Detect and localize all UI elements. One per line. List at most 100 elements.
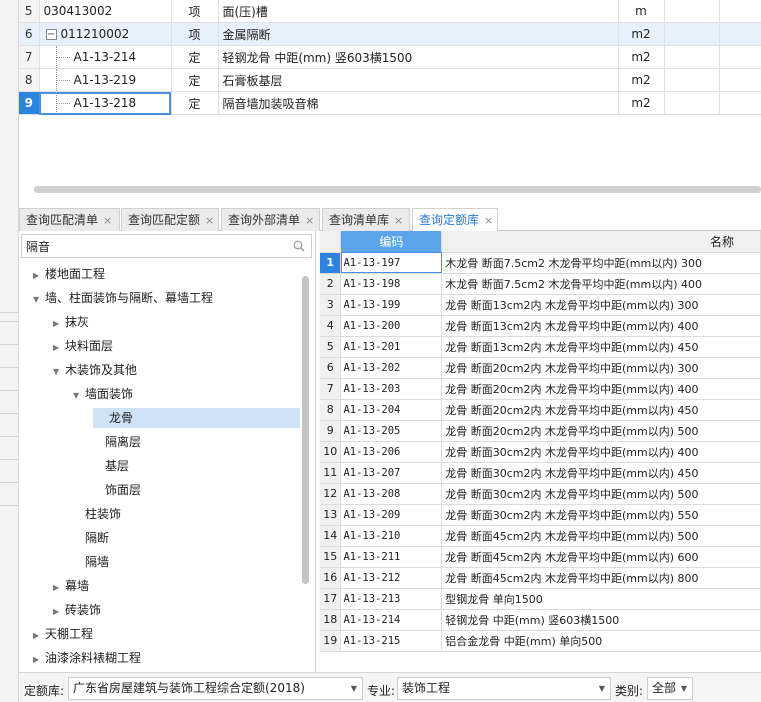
quota-row[interactable]: 7 A1-13-203 龙骨 断面20cm2内 木龙骨平均中距(mm以内) 400 <box>320 378 761 400</box>
chevron-right-icon[interactable]: ▶ <box>53 602 63 622</box>
quota-code[interactable]: A1-13-205 <box>340 420 443 442</box>
tab-quota-library[interactable]: 查询定额库 × <box>412 208 498 232</box>
quota-code[interactable]: A1-13-213 <box>340 588 443 610</box>
search-icon[interactable] <box>293 240 305 252</box>
quota-code[interactable]: A1-13-211 <box>340 546 443 568</box>
quota-row[interactable]: 5 A1-13-201 龙骨 断面13cm2内 木龙骨平均中距(mm以内) 450 <box>320 336 761 358</box>
row-number[interactable]: 15 <box>320 546 342 568</box>
quota-code[interactable]: A1-13-207 <box>340 462 443 484</box>
unit-cell[interactable]: m2 <box>618 68 665 92</box>
code-cell[interactable]: 030413002 <box>39 0 172 23</box>
quota-row[interactable]: 8 A1-13-204 龙骨 断面20cm2内 木龙骨平均中距(mm以内) 450 <box>320 399 761 421</box>
quota-code[interactable]: A1-13-198 <box>340 273 443 295</box>
quota-library-select[interactable]: 广东省房屋建筑与装饰工程综合定额(2018) ▼ <box>68 677 363 700</box>
quota-name[interactable]: 木龙骨 断面7.5cm2 木龙骨平均中距(mm以内) 300 <box>441 252 761 274</box>
row-number[interactable]: 9 <box>320 420 342 442</box>
close-icon[interactable]: × <box>484 214 493 227</box>
quota-name[interactable]: 龙骨 断面45cm2内 木龙骨平均中距(mm以内) 600 <box>441 546 761 568</box>
chevron-right-icon[interactable]: ▶ <box>33 626 43 646</box>
quota-name[interactable]: 龙骨 断面45cm2内 木龙骨平均中距(mm以内) 800 <box>441 567 761 589</box>
extra-cell[interactable] <box>719 45 761 69</box>
tree-node[interactable]: 基层 <box>93 456 129 476</box>
chevron-down-icon[interactable]: ▼ <box>33 290 43 310</box>
quota-row[interactable]: 17 A1-13-213 型钢龙骨 单向1500 <box>320 588 761 610</box>
quota-code[interactable]: A1-13-208 <box>340 483 443 505</box>
tree-node[interactable]: 隔离层 <box>93 432 141 452</box>
quota-row[interactable]: 9 A1-13-205 龙骨 断面20cm2内 木龙骨平均中距(mm以内) 500 <box>320 420 761 442</box>
quota-row[interactable]: 3 A1-13-199 龙骨 断面13cm2内 木龙骨平均中距(mm以内) 300 <box>320 294 761 316</box>
name-cell[interactable]: 石膏板基层 <box>218 68 619 92</box>
row-number[interactable]: 2 <box>320 273 342 295</box>
quota-name[interactable]: 龙骨 断面30cm2内 木龙骨平均中距(mm以内) 550 <box>441 504 761 526</box>
chevron-right-icon[interactable]: ▶ <box>53 338 63 358</box>
code-cell[interactable]: −011210002 <box>39 22 172 46</box>
extra-cell[interactable] <box>664 22 720 46</box>
major-select[interactable]: 装饰工程 ▼ <box>397 677 611 700</box>
quota-row[interactable]: 15 A1-13-211 龙骨 断面45cm2内 木龙骨平均中距(mm以内) 600 <box>320 546 761 568</box>
row-number[interactable]: 9 <box>19 91 40 115</box>
quota-row[interactable]: 16 A1-13-212 龙骨 断面45cm2内 木龙骨平均中距(mm以内) 800 <box>320 567 761 589</box>
quota-name[interactable]: 木龙骨 断面7.5cm2 木龙骨平均中距(mm以内) 400 <box>441 273 761 295</box>
row-number[interactable]: 16 <box>320 567 342 589</box>
quota-row[interactable]: 11 A1-13-207 龙骨 断面30cm2内 木龙骨平均中距(mm以内) 450 <box>320 462 761 484</box>
row-number[interactable]: 6 <box>19 22 40 46</box>
quota-code[interactable]: A1-13-201 <box>340 336 443 358</box>
quota-code[interactable]: A1-13-202 <box>340 357 443 379</box>
bill-row[interactable]: 8 A1-13-219 定石膏板基层 m2 <box>19 68 761 92</box>
name-cell[interactable]: 轻钢龙骨 中距(mm) 竖603横1500 <box>218 45 619 69</box>
quota-row[interactable]: 18 A1-13-214 轻钢龙骨 中距(mm) 竖603横1500 <box>320 609 761 631</box>
row-number[interactable]: 12 <box>320 483 342 505</box>
quota-row[interactable]: 10 A1-13-206 龙骨 断面30cm2内 木龙骨平均中距(mm以内) 400 <box>320 441 761 463</box>
tab-match-quota[interactable]: 查询匹配定额 × <box>121 208 219 231</box>
chevron-right-icon[interactable]: ▶ <box>53 578 63 598</box>
row-number[interactable]: 14 <box>320 525 342 547</box>
quota-name[interactable]: 龙骨 断面20cm2内 木龙骨平均中距(mm以内) 450 <box>441 399 761 421</box>
row-number[interactable]: 6 <box>320 357 342 379</box>
extra-cell[interactable] <box>719 22 761 46</box>
tree-node[interactable]: ▶ 抹灰 <box>53 312 89 332</box>
quota-name[interactable]: 龙骨 断面20cm2内 木龙骨平均中距(mm以内) 300 <box>441 357 761 379</box>
quota-name[interactable]: 轻钢龙骨 中距(mm) 竖603横1500 <box>441 609 761 631</box>
code-cell[interactable]: A1-13-214 <box>39 45 172 69</box>
chevron-down-icon[interactable]: ▼ <box>53 362 63 382</box>
tree-node[interactable]: 隔断 <box>73 528 109 548</box>
quota-code[interactable]: A1-13-197 <box>340 252 443 274</box>
quota-code[interactable]: A1-13-209 <box>340 504 443 526</box>
type-cell[interactable]: 项 <box>171 22 219 46</box>
tree-node[interactable]: ▼ 木装饰及其他 <box>53 360 137 380</box>
type-cell[interactable]: 项 <box>171 0 219 23</box>
tree-node[interactable]: ▼ 墙面装饰 <box>73 384 133 404</box>
quota-name[interactable]: 龙骨 断面20cm2内 木龙骨平均中距(mm以内) 400 <box>441 378 761 400</box>
name-cell[interactable]: 隔音墙加装吸音棉 <box>218 91 619 115</box>
type-cell[interactable]: 定 <box>171 68 219 92</box>
quota-row[interactable]: 1 A1-13-197 木龙骨 断面7.5cm2 木龙骨平均中距(mm以内) 300 <box>320 252 761 274</box>
row-number[interactable]: 17 <box>320 588 342 610</box>
row-number[interactable]: 8 <box>19 68 40 92</box>
category-select[interactable]: 全部 ▼ <box>647 677 693 700</box>
row-number[interactable]: 3 <box>320 294 342 316</box>
extra-cell[interactable] <box>664 91 720 115</box>
quota-name[interactable]: 铝合金龙骨 中距(mm) 单向500 <box>441 630 761 652</box>
quota-row[interactable]: 2 A1-13-198 木龙骨 断面7.5cm2 木龙骨平均中距(mm以内) 400 <box>320 273 761 295</box>
chevron-right-icon[interactable]: ▶ <box>33 266 43 286</box>
row-number[interactable]: 5 <box>320 336 342 358</box>
extra-cell[interactable] <box>719 0 761 23</box>
quota-code[interactable]: A1-13-215 <box>340 630 443 652</box>
type-cell[interactable]: 定 <box>171 45 219 69</box>
quota-row[interactable]: 14 A1-13-210 龙骨 断面45cm2内 木龙骨平均中距(mm以内) 500 <box>320 525 761 547</box>
row-number[interactable]: 10 <box>320 441 342 463</box>
chevron-down-icon[interactable]: ▼ <box>73 386 83 406</box>
tree-node[interactable]: 柱装饰 <box>73 504 121 524</box>
quota-name[interactable]: 型钢龙骨 单向1500 <box>441 588 761 610</box>
quota-row[interactable]: 13 A1-13-209 龙骨 断面30cm2内 木龙骨平均中距(mm以内) 550 <box>320 504 761 526</box>
quota-name[interactable]: 龙骨 断面30cm2内 木龙骨平均中距(mm以内) 400 <box>441 441 761 463</box>
row-number[interactable]: 19 <box>320 630 342 652</box>
tab-external-bill[interactable]: 查询外部清单 × <box>221 208 320 231</box>
type-cell[interactable]: 定 <box>171 91 219 115</box>
row-number[interactable]: 13 <box>320 504 342 526</box>
search-input[interactable] <box>22 235 282 257</box>
extra-cell[interactable] <box>664 45 720 69</box>
quota-row[interactable]: 19 A1-13-215 铝合金龙骨 中距(mm) 单向500 <box>320 630 761 652</box>
name-cell[interactable]: 金属隔断 <box>218 22 619 46</box>
tree-node[interactable]: ▶ 油漆涂料裱糊工程 <box>33 648 141 668</box>
